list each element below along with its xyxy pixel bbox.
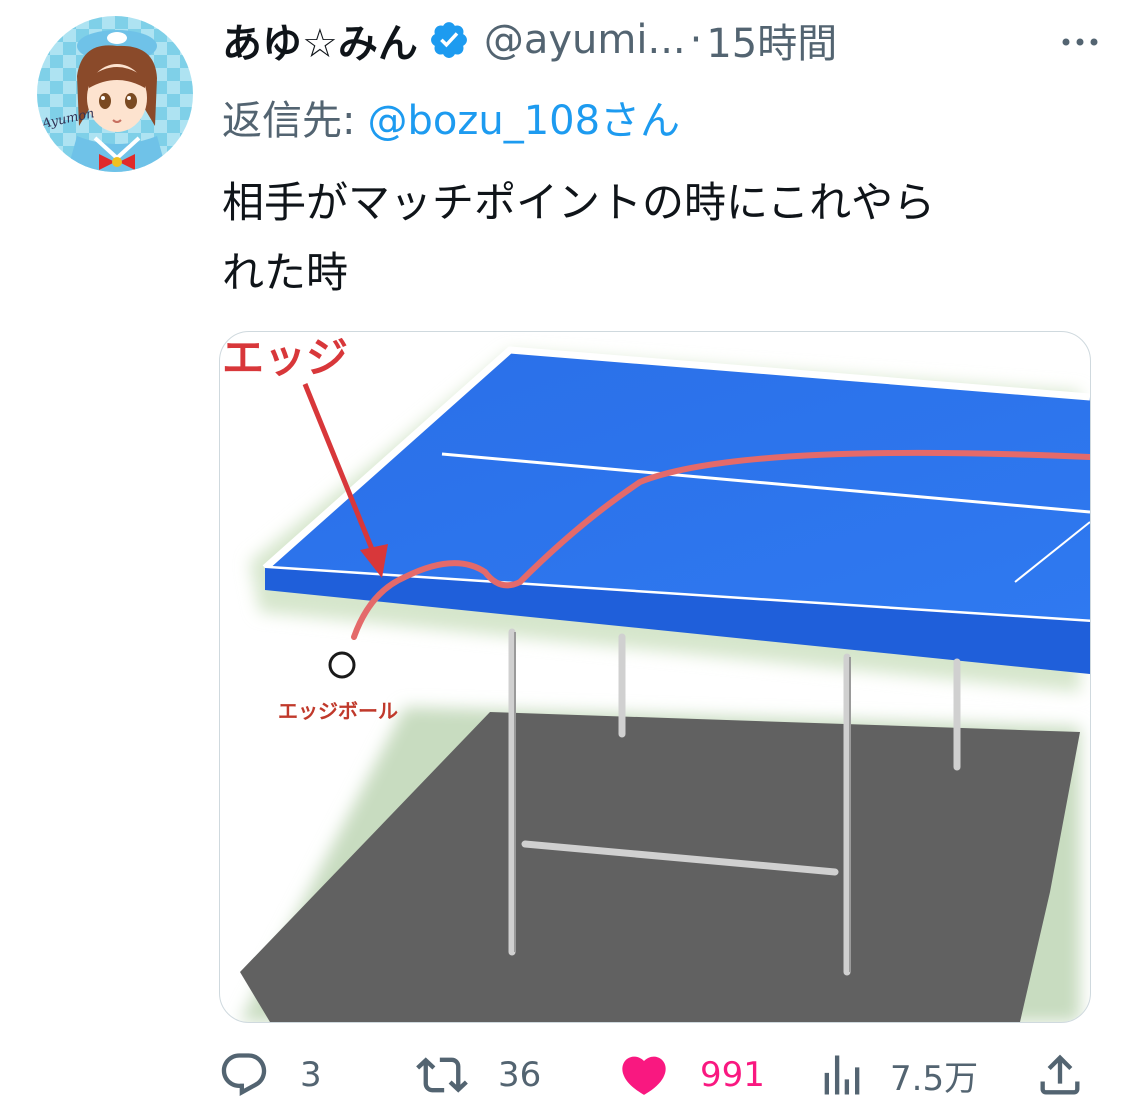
ball-marker-icon — [328, 651, 356, 679]
display-name[interactable]: あゆ☆みん — [222, 11, 418, 69]
tweet-text-line-1: 相手がマッチポイントの時にこれやら — [222, 178, 936, 227]
reply-context: 返信先: @bozu_108さん — [222, 88, 680, 146]
tweet-text-line-2: れた時 — [222, 248, 349, 297]
views-count: 7.5万 — [890, 1058, 979, 1099]
like-button[interactable]: 991 — [618, 1048, 765, 1102]
tweet-header: あゆ☆みん @ayumi... · 15時間 — [222, 10, 1102, 70]
reply-button[interactable]: 3 — [218, 1048, 322, 1102]
reply-icon — [221, 1053, 267, 1097]
share-icon — [1040, 1054, 1080, 1095]
tweet-media[interactable]: エッジ エッジボール — [219, 331, 1091, 1023]
more-icon[interactable] — [1058, 20, 1102, 60]
share-button[interactable] — [1034, 1048, 1086, 1102]
views-button[interactable]: 7.5万 — [816, 1048, 978, 1102]
like-icon — [622, 1056, 666, 1095]
retweet-count: 36 — [498, 1055, 542, 1095]
reply-prefix: 返信先: — [222, 98, 356, 144]
handle[interactable]: @ayumi... — [484, 17, 686, 63]
reply-target-link[interactable]: @bozu_108さん — [367, 98, 680, 144]
reply-count: 3 — [300, 1055, 322, 1095]
tweet-text: 相手がマッチポイントの時にこれやら れた時 — [222, 168, 1092, 308]
avatar-image: Ayumon — [37, 16, 193, 172]
ping-pong-table-image: エッジ エッジボール — [222, 333, 1090, 1022]
separator-dot: · — [689, 17, 703, 63]
retweet-icon — [416, 1057, 468, 1093]
verified-badge-icon — [430, 22, 467, 58]
like-count: 991 — [700, 1055, 765, 1095]
tweet-actions: 3 36 991 7.5万 — [218, 1048, 1098, 1102]
avatar[interactable]: Ayumon — [37, 16, 193, 172]
views-icon — [824, 1055, 860, 1095]
edge-ball-label: エッジボール — [278, 699, 398, 723]
retweet-button[interactable]: 36 — [416, 1048, 541, 1102]
edge-label: エッジ — [222, 333, 348, 382]
timestamp[interactable]: 15時間 — [706, 11, 837, 69]
